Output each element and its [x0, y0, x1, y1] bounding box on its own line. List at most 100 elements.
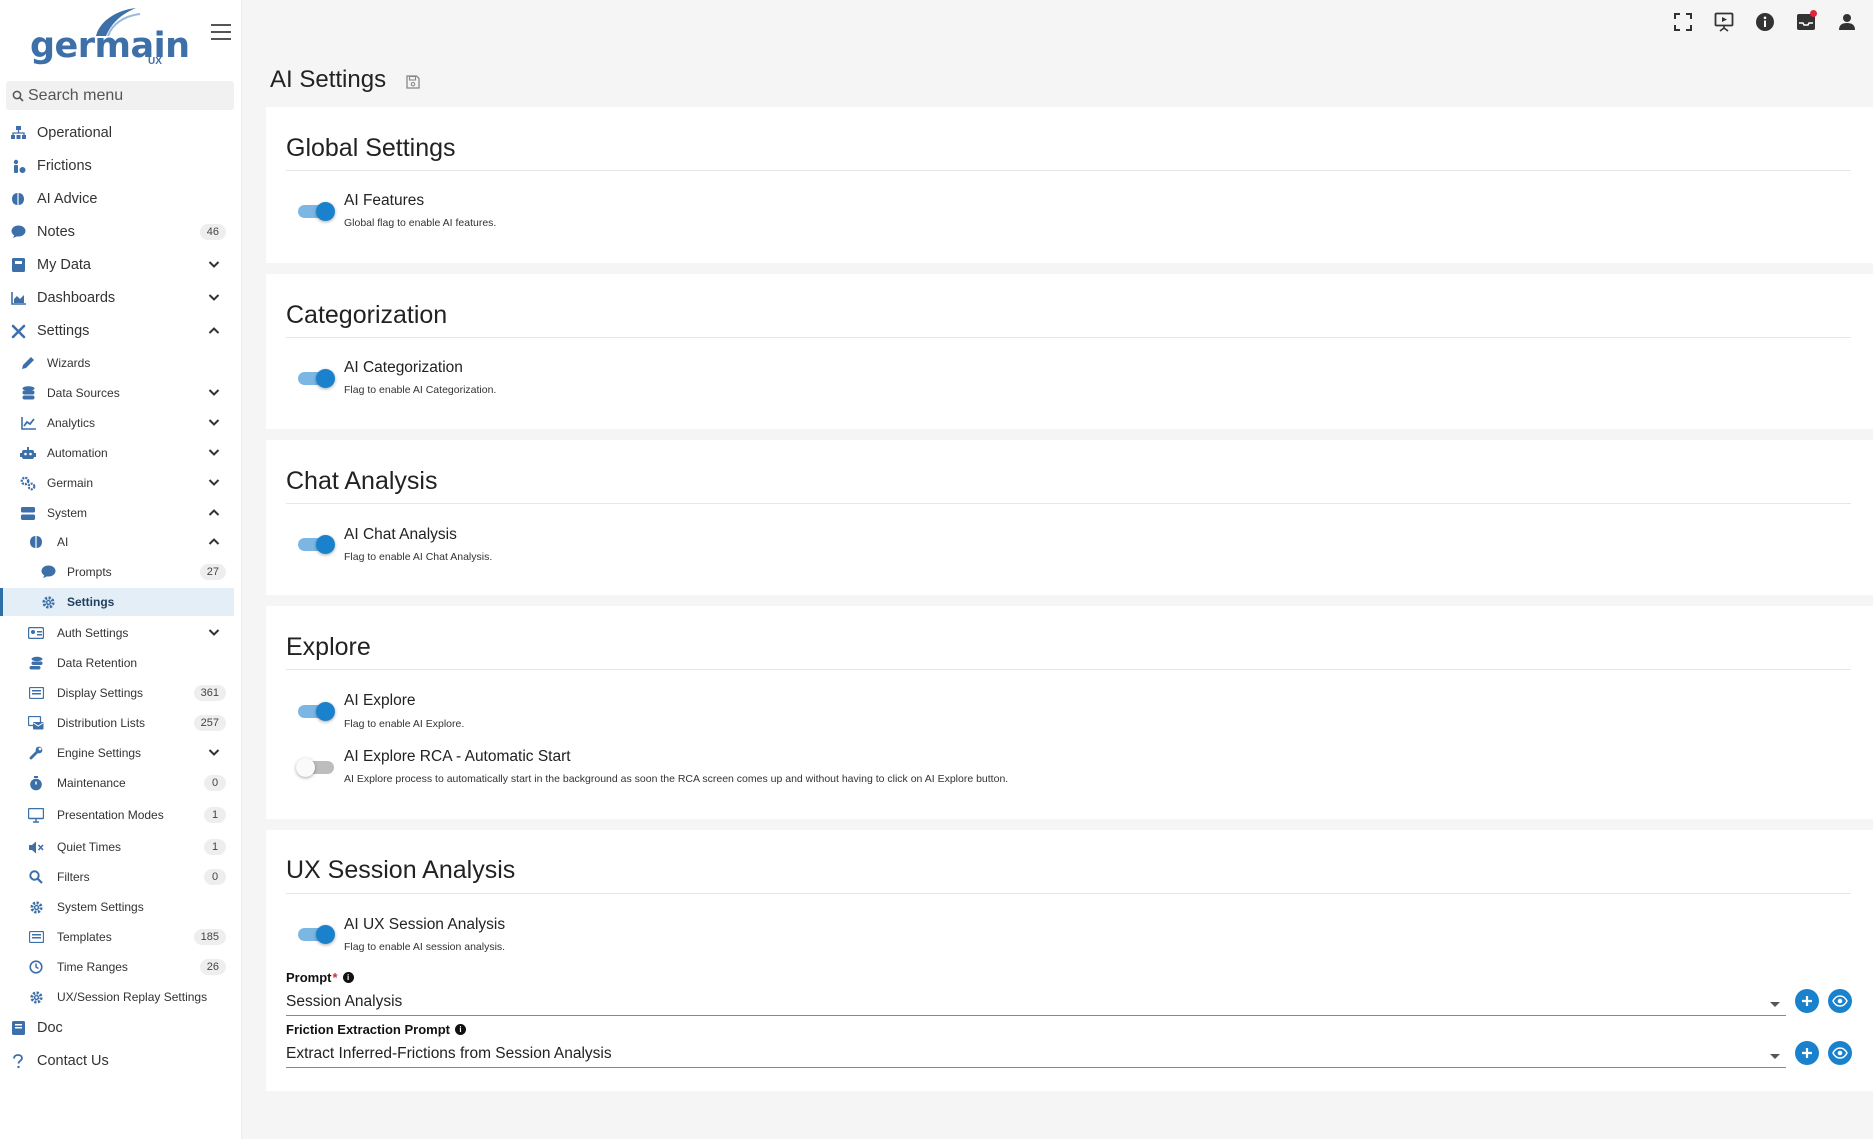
question-icon — [10, 1053, 26, 1069]
add-friction-prompt-button[interactable] — [1795, 1041, 1819, 1065]
notification-dot — [1810, 10, 1817, 17]
nav-ai-label: AI — [57, 535, 69, 549]
info-button[interactable] — [1753, 10, 1777, 34]
nav-contact-us[interactable]: Contact Us — [0, 1046, 234, 1076]
nav-data-retention[interactable]: Data Retention — [0, 649, 234, 677]
presentation-button[interactable] — [1712, 10, 1736, 34]
divider — [286, 893, 1851, 894]
nav-maintenance-label: Maintenance — [57, 776, 126, 790]
ai-categorization-toggle[interactable] — [296, 367, 336, 389]
comment-icon — [40, 564, 56, 580]
nav-germain[interactable]: Germain — [0, 469, 234, 497]
ai-chat-analysis-toggle[interactable] — [296, 533, 336, 555]
nav-automation[interactable]: Automation — [0, 439, 234, 467]
ai-explore-rca-toggle[interactable] — [296, 756, 336, 778]
eye-icon — [1832, 995, 1848, 1007]
user-account-button[interactable] — [1835, 10, 1859, 34]
nav-contact-us-label: Contact Us — [37, 1053, 109, 1069]
area-chart-icon — [10, 290, 26, 306]
nav-frictions-label: Frictions — [37, 158, 92, 174]
prompts-count-badge: 27 — [199, 564, 226, 580]
nav-templates[interactable]: Templates 185 — [0, 923, 234, 951]
search-input[interactable] — [28, 83, 228, 108]
add-prompt-button[interactable] — [1795, 989, 1819, 1013]
ai-explore-toggle[interactable] — [296, 700, 336, 722]
nav-distribution-lists[interactable]: Distribution Lists 257 — [0, 709, 234, 737]
book-icon — [10, 1020, 26, 1036]
chevron-down-icon — [208, 294, 220, 301]
nav-maintenance[interactable]: Maintenance 0 — [0, 769, 234, 797]
info-icon[interactable]: i — [454, 1024, 466, 1035]
view-prompt-button[interactable] — [1828, 989, 1852, 1013]
inbox-button[interactable] — [1794, 10, 1818, 34]
sitemap-icon — [10, 125, 26, 141]
book-icon — [10, 257, 26, 273]
gear-icon — [28, 899, 44, 915]
nav-time-ranges[interactable]: Time Ranges 26 — [0, 953, 234, 981]
ai-ux-session-analysis-toggle[interactable] — [296, 923, 336, 945]
nav-system-settings-label: System Settings — [57, 900, 144, 914]
nav-ai-advice[interactable]: AI Advice — [0, 184, 234, 214]
explore-card: Explore AI Explore Flag to enable AI Exp… — [266, 606, 1873, 819]
ai-features-toggle[interactable] — [296, 200, 336, 222]
nav-dashboards[interactable]: Dashboards — [0, 283, 234, 313]
categorization-title: Categorization — [286, 301, 448, 329]
save-button[interactable] — [406, 75, 420, 94]
nav-wizards[interactable]: Wizards — [0, 349, 234, 377]
list-icon — [28, 929, 44, 945]
nav-my-data[interactable]: My Data — [0, 250, 234, 280]
nav-display-settings[interactable]: Display Settings 361 — [0, 679, 234, 707]
chevron-down-icon — [208, 419, 220, 426]
nav-dashboards-label: Dashboards — [37, 290, 116, 306]
nav-auth-settings[interactable]: Auth Settings — [0, 619, 234, 647]
ai-chat-analysis-desc: Flag to enable AI Chat Analysis. — [344, 551, 493, 563]
nav-settings[interactable]: Settings — [0, 316, 234, 346]
info-icon — [1756, 13, 1774, 31]
nav-operational[interactable]: Operational — [0, 118, 234, 148]
nav-ai[interactable]: AI — [0, 528, 234, 556]
clock-icon — [28, 959, 44, 975]
nav-ai-advice-label: AI Advice — [37, 191, 98, 207]
menu-toggle-button[interactable] — [211, 24, 231, 42]
ai-categorization-label: AI Categorization — [344, 359, 463, 376]
nav-prompts[interactable]: Prompts 27 — [0, 558, 234, 586]
divider — [286, 170, 1851, 171]
nav-analytics[interactable]: Analytics — [0, 409, 234, 437]
filters-count-badge: 0 — [204, 869, 226, 885]
nav-ux-replay-settings[interactable]: UX/Session Replay Settings — [0, 983, 234, 1011]
nav-distribution-lists-label: Distribution Lists — [57, 716, 146, 730]
fullscreen-button[interactable] — [1671, 10, 1695, 34]
nav-ai-settings[interactable]: Settings — [0, 588, 234, 616]
nav-data-sources[interactable]: Data Sources — [0, 379, 234, 407]
display-settings-count-badge: 361 — [193, 685, 226, 701]
ai-explore-desc: Flag to enable AI Explore. — [344, 718, 465, 730]
friction-prompt-select[interactable]: Extract Inferred-Frictions from Session … — [286, 1042, 1786, 1068]
nav-frictions[interactable]: Frictions — [0, 151, 234, 181]
nav-presentation-modes[interactable]: Presentation Modes 1 — [0, 801, 234, 829]
nav-doc[interactable]: Doc — [0, 1013, 234, 1043]
ai-categorization-desc: Flag to enable AI Categorization. — [344, 384, 497, 396]
comment-icon — [10, 224, 26, 240]
chevron-down-icon — [208, 449, 220, 456]
view-friction-prompt-button[interactable] — [1828, 1041, 1852, 1065]
tools-icon — [10, 323, 26, 339]
mail-list-icon — [28, 715, 44, 731]
search-menu[interactable] — [6, 81, 234, 110]
coins-icon — [28, 655, 44, 671]
prompt-select[interactable]: Session Analysis — [286, 990, 1786, 1016]
nav-ux-replay-settings-label: UX/Session Replay Settings — [57, 990, 208, 1004]
chevron-up-icon — [208, 509, 220, 516]
chat-analysis-title: Chat Analysis — [286, 467, 438, 495]
nav-quiet-times[interactable]: Quiet Times 1 — [0, 833, 234, 861]
nav-automation-label: Automation — [47, 446, 108, 460]
nav-notes[interactable]: Notes 46 — [0, 217, 234, 247]
nav-doc-label: Doc — [37, 1020, 63, 1036]
nav-filters[interactable]: Filters 0 — [0, 863, 234, 891]
nav-engine-settings[interactable]: Engine Settings — [0, 739, 234, 767]
info-icon[interactable]: i — [342, 972, 354, 983]
nav-system[interactable]: System — [0, 499, 234, 527]
plus-icon — [1802, 1048, 1812, 1058]
volume-mute-icon — [28, 839, 44, 855]
stopwatch-icon — [28, 775, 44, 791]
nav-system-settings[interactable]: System Settings — [0, 893, 234, 921]
